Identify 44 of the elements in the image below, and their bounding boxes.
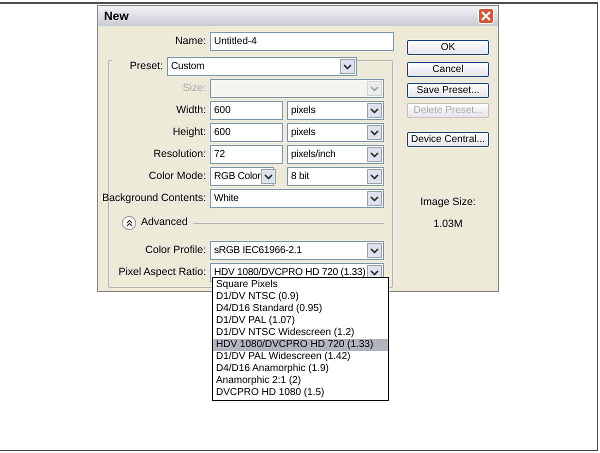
dialog-button[interactable]: Cancel [407,62,489,77]
field-label: Pixel Aspect Ratio: [117,264,207,280]
double-chevron-up-icon [126,219,132,227]
window-title: New [103,8,129,25]
dialog-button[interactable]: Save Preset... [407,83,489,98]
text-field[interactable]: 600 [210,101,283,120]
field-label: Name: [174,34,207,49]
dropdown-field[interactable]: White [210,189,384,208]
field-label: Resolution: [152,146,207,162]
field-label: Size: [182,80,207,96]
text-field[interactable]: 600 [210,123,283,142]
dropdown-field[interactable]: pixels [287,123,384,142]
chevron-icon [340,59,355,74]
dropdown-field[interactable]: pixels [287,101,384,120]
dialog-button[interactable]: Device Central... [407,132,489,147]
chevron-icon [367,169,382,184]
collapse-toggle-button[interactable] [122,216,136,230]
dropdown-field[interactable] [210,79,384,98]
dialog-button[interactable]: OK [407,40,489,55]
dropdown-field[interactable]: RGB Color [210,167,274,186]
chevron-icon [367,125,382,140]
text-field[interactable]: 72 [210,145,283,164]
dropdown-field[interactable]: pixels/inch [287,145,384,164]
field-label: Width: [175,102,207,118]
chevron-icon [367,103,382,118]
field-label: Color Mode: [148,168,207,184]
chevron-icon [367,81,382,96]
text-field[interactable]: Untitled-4 [210,32,394,51]
field-label: Color Profile: [144,242,207,258]
close-icon [481,11,491,21]
field-label: Height: [172,124,207,140]
close-button[interactable] [478,8,494,24]
chevron-icon [367,147,382,162]
section-label: Advanced [141,215,188,230]
chevron-icon [260,169,276,184]
image-size-label: Image Size: [420,195,476,210]
dropdown-field[interactable]: Custom [167,57,357,76]
chevron-icon [367,243,382,258]
dropdown-field[interactable]: sRGB IEC61966-2.1 [210,241,384,260]
field-label: Background Contents: [101,190,207,206]
chevron-icon [367,191,382,206]
image-size-value: 1.03M [433,216,463,232]
dropdown-field[interactable]: 8 bit [287,167,384,186]
dropdown-option[interactable]: HDV 1080/DVCPRO HD 720 (1.33) [213,339,388,351]
